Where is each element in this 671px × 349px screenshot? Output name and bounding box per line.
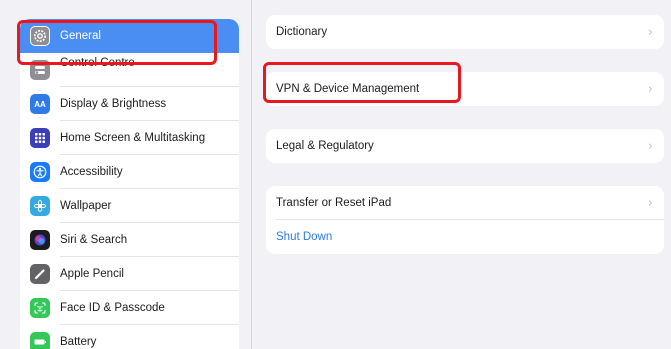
transfer-reset-row[interactable]: Transfer or Reset iPad › (266, 186, 664, 220)
display-brightness-icon: AA (30, 94, 50, 114)
sidebar-item-wallpaper[interactable]: Wallpaper (20, 189, 239, 223)
legal-regulatory-row[interactable]: Legal & Regulatory › (266, 129, 664, 163)
sidebar-item-battery[interactable]: Battery (20, 325, 239, 349)
reset-group: Transfer or Reset iPad › Shut Down (266, 186, 664, 254)
sidebar-item-apple-pencil[interactable]: Apple Pencil (20, 257, 239, 291)
sidebar-list: General Control Centre AA Display & Brig… (20, 19, 239, 349)
vpn-device-management-label: VPN & Device Management (276, 83, 420, 95)
sidebar-item-label: Wallpaper (60, 200, 112, 212)
sidebar-item-label: Control Centre (60, 57, 135, 69)
sidebar-item-label: Home Screen & Multitasking (60, 132, 206, 144)
dictionary-group: Dictionary › (266, 15, 664, 49)
transfer-reset-label: Transfer or Reset iPad (276, 197, 392, 209)
settings-sidebar: General Control Centre AA Display & Brig… (0, 0, 252, 349)
home-screen-icon (30, 128, 50, 148)
sidebar-item-accessibility[interactable]: Accessibility (20, 155, 239, 189)
legal-regulatory-label: Legal & Regulatory (276, 140, 374, 152)
chevron-right-icon: › (647, 81, 653, 97)
control-centre-icon (30, 60, 50, 80)
wallpaper-icon (30, 196, 50, 216)
sidebar-item-label: Siri & Search (60, 234, 128, 246)
dictionary-label: Dictionary (276, 26, 328, 38)
siri-icon (30, 230, 50, 250)
vpn-device-management-row[interactable]: VPN & Device Management › (266, 72, 664, 106)
sidebar-item-control-centre[interactable]: Control Centre (20, 53, 239, 87)
sidebar-item-home-screen[interactable]: Home Screen & Multitasking (20, 121, 239, 155)
display-brightness-glyph: AA (34, 99, 46, 109)
sidebar-item-label: Battery (60, 336, 97, 348)
sidebar-item-label: Display & Brightness (60, 98, 167, 110)
sidebar-item-label: Face ID & Passcode (60, 302, 165, 314)
chevron-right-icon: › (647, 24, 653, 40)
vpn-group: VPN & Device Management › (266, 72, 664, 106)
battery-icon (30, 332, 50, 349)
shut-down-label: Shut Down (276, 231, 333, 243)
sidebar-item-label: Accessibility (60, 166, 123, 178)
legal-group: Legal & Regulatory › (266, 129, 664, 163)
gear-icon (30, 26, 50, 46)
sidebar-item-face-id[interactable]: Face ID & Passcode (20, 291, 239, 325)
sidebar-item-label: Apple Pencil (60, 268, 124, 280)
dictionary-row[interactable]: Dictionary › (266, 15, 664, 49)
accessibility-icon (30, 162, 50, 182)
face-id-icon (30, 298, 50, 318)
sidebar-item-label: General (60, 30, 101, 42)
sidebar-item-general[interactable]: General (20, 19, 239, 53)
chevron-right-icon: › (647, 138, 653, 154)
pencil-icon (30, 264, 50, 284)
general-settings-pane: Dictionary › VPN & Device Management › L… (253, 0, 671, 349)
shut-down-button[interactable]: Shut Down (266, 220, 664, 254)
sidebar-item-siri-search[interactable]: Siri & Search (20, 223, 239, 257)
chevron-right-icon: › (647, 195, 653, 211)
sidebar-item-display-brightness[interactable]: AA Display & Brightness (20, 87, 239, 121)
